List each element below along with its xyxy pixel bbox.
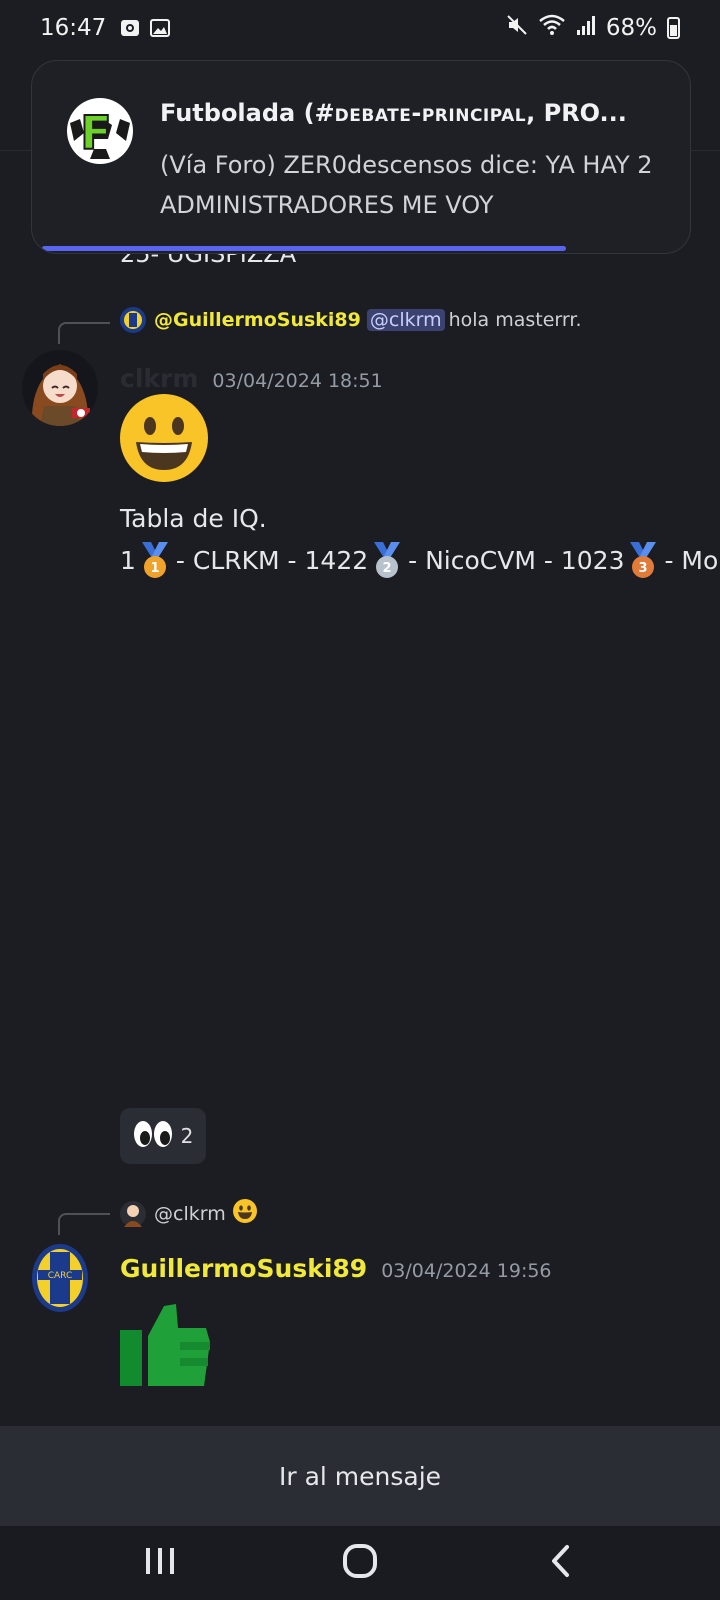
- notification-body: (Vía Foro) ZER0descensos dice: YA HAY 2 …: [160, 151, 653, 219]
- go-to-message-label: Ir al mensaje: [278, 1461, 442, 1491]
- ranking-text: - NicoCVM - 102: [408, 545, 609, 575]
- author-line: clkrm 03/04/2024 18:51: [120, 364, 383, 393]
- chat-area[interactable]: 25- UGISPIZZA @GuillermoSuski89 @clkrm h…: [0, 56, 720, 1426]
- notification-toast[interactable]: F Futbolada (#debate-principal, PRO... (…: [31, 60, 691, 254]
- ranking-row: 33 - Monosampler -101: [609, 540, 720, 582]
- reply-connector: [58, 322, 110, 344]
- notification-channel: debate-principal: [334, 99, 527, 127]
- battery-icon: [667, 17, 680, 39]
- home-button[interactable]: [330, 1533, 390, 1593]
- status-time: 16:47: [40, 15, 107, 41]
- gallery-icon: [150, 18, 171, 38]
- ranking-row: 22 - NicoCVM - 102: [352, 540, 609, 582]
- reply-avatar: [120, 307, 146, 333]
- signal-icon: [576, 14, 596, 42]
- author-name[interactable]: clkrm: [120, 364, 198, 393]
- ranking-position: 2: [352, 545, 369, 575]
- grinning-face-emoji: [118, 392, 210, 484]
- notification-title: Futbolada (#debate-principal, PRO...: [160, 99, 627, 127]
- home-icon: [342, 1543, 378, 1583]
- message-timestamp: 03/04/2024 18:51: [212, 370, 383, 392]
- author-line-2: GuillermoSuski89 03/04/2024 19:56: [120, 1254, 552, 1283]
- svg-text:1: 1: [150, 561, 159, 576]
- reaction-count: 2: [180, 1124, 194, 1148]
- reaction-eyes[interactable]: 2: [120, 1108, 206, 1164]
- reply-mention-2[interactable]: @clkrm: [154, 1203, 226, 1225]
- recent-apps-icon: [144, 1546, 176, 1580]
- ranking-position: 3: [608, 545, 625, 575]
- go-to-message-button[interactable]: Ir al mensaje: [0, 1426, 720, 1526]
- ranking-text: - Monosampler -101: [664, 545, 720, 575]
- notification-progress: [42, 246, 566, 251]
- reply-text: hola masterrr.: [448, 309, 582, 331]
- ranking-position: 1: [120, 545, 136, 575]
- message-title: Tabla de IQ.: [120, 504, 267, 533]
- svg-text:3: 3: [639, 561, 648, 576]
- grinning-face-icon: [232, 1198, 258, 1229]
- svg-text:CARC: CARC: [48, 1271, 73, 1281]
- reply-preview[interactable]: @GuillermoSuski89 @clkrm hola masterrr.: [120, 307, 582, 333]
- battery-percent: 68%: [605, 15, 657, 41]
- reply-mention-user[interactable]: @GuillermoSuski89: [154, 309, 361, 331]
- status-bar: 16:47 68%: [0, 0, 720, 56]
- author-name-2[interactable]: GuillermoSuski89: [120, 1254, 367, 1283]
- system-nav-bar: [0, 1526, 720, 1600]
- ranking-list: 11- CLRKM - 14222- NicoCVM - 10233- Mono…: [120, 540, 720, 582]
- medal-icon: 2: [374, 542, 401, 579]
- reply-preview-2[interactable]: @clkrm: [120, 1198, 258, 1229]
- avatar-guillermosuski89[interactable]: CARC: [22, 1240, 98, 1316]
- reply-mention-chip[interactable]: @clkrm: [366, 309, 445, 331]
- futbolada-logo: F: [66, 97, 134, 165]
- back-icon: [549, 1544, 571, 1582]
- message-timestamp-2: 03/04/2024 19:56: [381, 1260, 552, 1282]
- eyes-icon: [133, 1120, 173, 1153]
- ranking-text: - CLRKM - 142: [175, 545, 353, 575]
- medal-icon: 1: [141, 542, 168, 579]
- avatar-clkrm[interactable]: [22, 350, 98, 426]
- recent-apps-button[interactable]: [130, 1533, 190, 1593]
- mute-icon: [506, 14, 528, 42]
- back-button[interactable]: [530, 1533, 590, 1593]
- screen-record-icon: [120, 18, 140, 38]
- ranking-row: 11 - CLRKM - 142: [120, 540, 352, 582]
- reply-connector-2: [58, 1213, 110, 1235]
- svg-text:2: 2: [383, 561, 392, 576]
- wifi-icon: [538, 14, 566, 42]
- thumbs-up-emoji: [120, 1302, 212, 1386]
- medal-icon: 3: [630, 542, 657, 579]
- reply-avatar-2: [120, 1200, 146, 1227]
- svg-text:F: F: [80, 106, 111, 160]
- message-body: Tabla de IQ. 11- CLRKM - 142 2 2- NicoCVM …: [120, 498, 720, 581]
